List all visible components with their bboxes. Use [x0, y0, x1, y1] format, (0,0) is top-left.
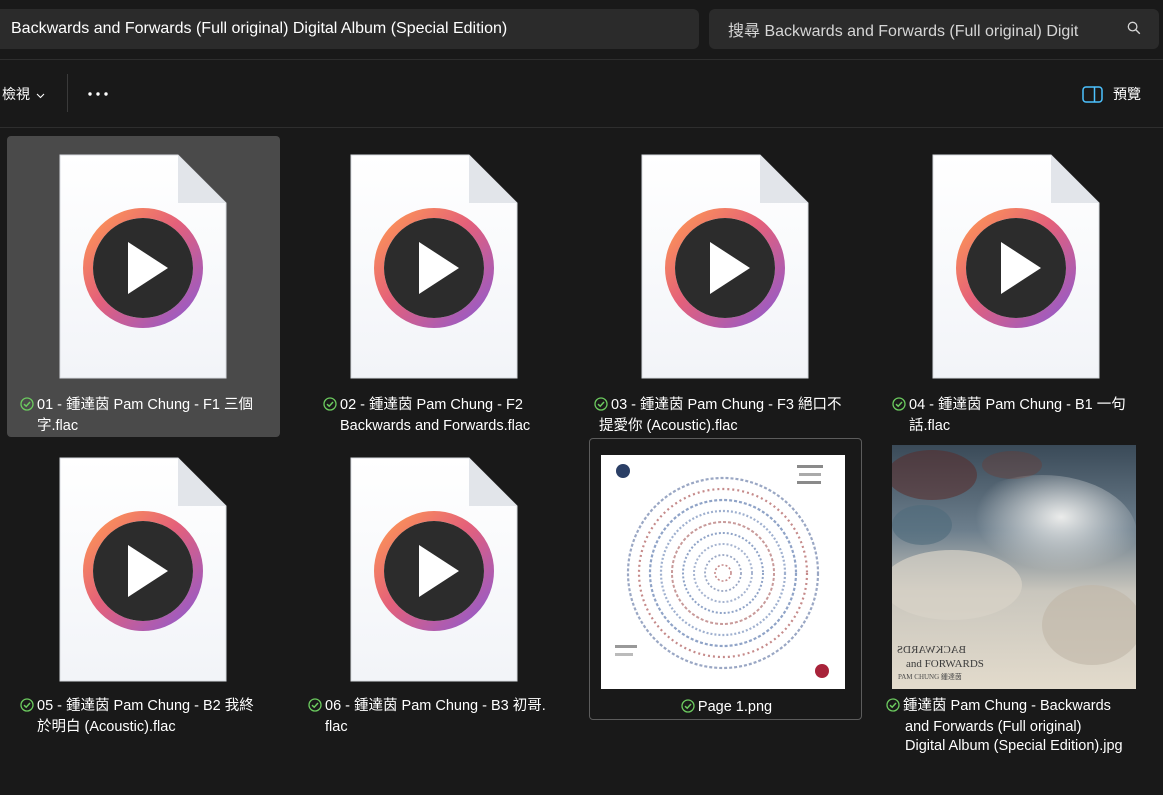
file-item[interactable]: 05 - 鍾達茵 Pam Chung - B2 我終 於明白 (Acoustic)… — [7, 439, 280, 740]
more-icon — [88, 92, 108, 96]
file-name-cont: Backwards and Forwards.flac — [340, 418, 531, 434]
file-name: 02 - 鍾達茵 Pam Chung - F2 — [340, 397, 523, 413]
file-name-cont: 話.flac — [909, 418, 951, 434]
file-item[interactable]: Page 1.png — [589, 438, 862, 720]
audio-file-icon — [932, 154, 1100, 379]
sync-status-icon — [20, 698, 34, 718]
view-label: 檢視 — [2, 86, 30, 102]
chevron-down-icon — [36, 86, 45, 102]
sync-status-icon — [594, 397, 608, 417]
file-item[interactable]: 06 - 鍾達茵 Pam Chung - B3 初哥. flac — [298, 439, 571, 740]
address-path: Backwards and Forwards (Full original) D… — [11, 20, 508, 37]
file-name: Page 1.png — [697, 699, 773, 715]
file-name-cont: and Forwards (Full original) — [905, 719, 1082, 735]
more-options-button[interactable] — [86, 84, 110, 104]
file-name: 04 - 鍾達茵 Pam Chung - B1 一句 — [909, 397, 1126, 413]
file-item[interactable]: 04 - 鍾達茵 Pam Chung - B1 一句 話.flac — [880, 136, 1153, 437]
file-name: 05 - 鍾達茵 Pam Chung - B2 我終 — [37, 698, 254, 714]
preview-pane-button[interactable]: 預覽 — [1082, 82, 1141, 106]
sync-status-icon — [323, 397, 337, 417]
audio-file-icon — [59, 457, 227, 682]
sync-status-icon — [20, 397, 34, 417]
file-item[interactable]: 01 - 鍾達茵 Pam Chung - F1 三個 字.flac — [7, 136, 280, 437]
audio-file-icon — [350, 457, 518, 682]
audio-file-icon — [641, 154, 809, 379]
divider — [0, 127, 1163, 128]
address-bar[interactable]: Backwards and Forwards (Full original) D… — [0, 9, 699, 49]
sync-status-icon — [681, 699, 695, 719]
file-name-cont: flac — [325, 719, 348, 735]
search-input[interactable]: 搜尋 Backwards and Forwards (Full original… — [709, 9, 1159, 49]
file-item[interactable]: BACKWARDS and FORWARDS PAM CHUNG 鍾達茵 鍾達茵… — [880, 438, 1153, 758]
file-name-cont: 字.flac — [37, 418, 79, 434]
preview-label: 預覽 — [1113, 86, 1141, 102]
cover-artist: PAM CHUNG 鍾達茵 — [898, 672, 962, 681]
file-name: 鍾達茵 Pam Chung - Backwards — [903, 698, 1111, 714]
file-name: 03 - 鍾達茵 Pam Chung - F3 絕口不 — [611, 397, 842, 413]
sync-status-icon — [308, 698, 322, 718]
file-name-cont: 於明白 (Acoustic).flac — [37, 719, 176, 735]
preview-pane-icon — [1082, 85, 1103, 103]
audio-file-icon — [59, 154, 227, 379]
toolbar-separator — [67, 74, 68, 112]
file-item[interactable]: 03 - 鍾達茵 Pam Chung - F3 絕口不提愛你 (Acoustic… — [589, 136, 862, 437]
image-thumbnail — [601, 455, 845, 689]
cover-title-mirrored: BACKWARDS — [897, 644, 966, 656]
file-name-cont: 提愛你 (Acoustic).flac — [599, 418, 738, 434]
search-placeholder: 搜尋 Backwards and Forwards (Full original… — [728, 23, 1079, 40]
sync-status-icon — [892, 397, 906, 417]
sync-status-icon — [886, 698, 900, 718]
file-name: 01 - 鍾達茵 Pam Chung - F1 三個 — [37, 397, 253, 413]
search-icon[interactable] — [1127, 21, 1141, 40]
file-item[interactable]: 02 - 鍾達茵 Pam Chung - F2 Backwards and For… — [298, 136, 571, 437]
file-name-cont: Digital Album (Special Edition).jpg — [905, 738, 1123, 754]
album-cover-thumbnail: BACKWARDS and FORWARDS PAM CHUNG 鍾達茵 — [892, 445, 1136, 689]
cover-title: and FORWARDS — [906, 658, 984, 670]
audio-file-icon — [350, 154, 518, 379]
view-button[interactable]: 檢視 — [0, 80, 45, 108]
file-name: 06 - 鍾達茵 Pam Chung - B3 初哥. — [325, 698, 546, 714]
divider — [0, 59, 1163, 60]
